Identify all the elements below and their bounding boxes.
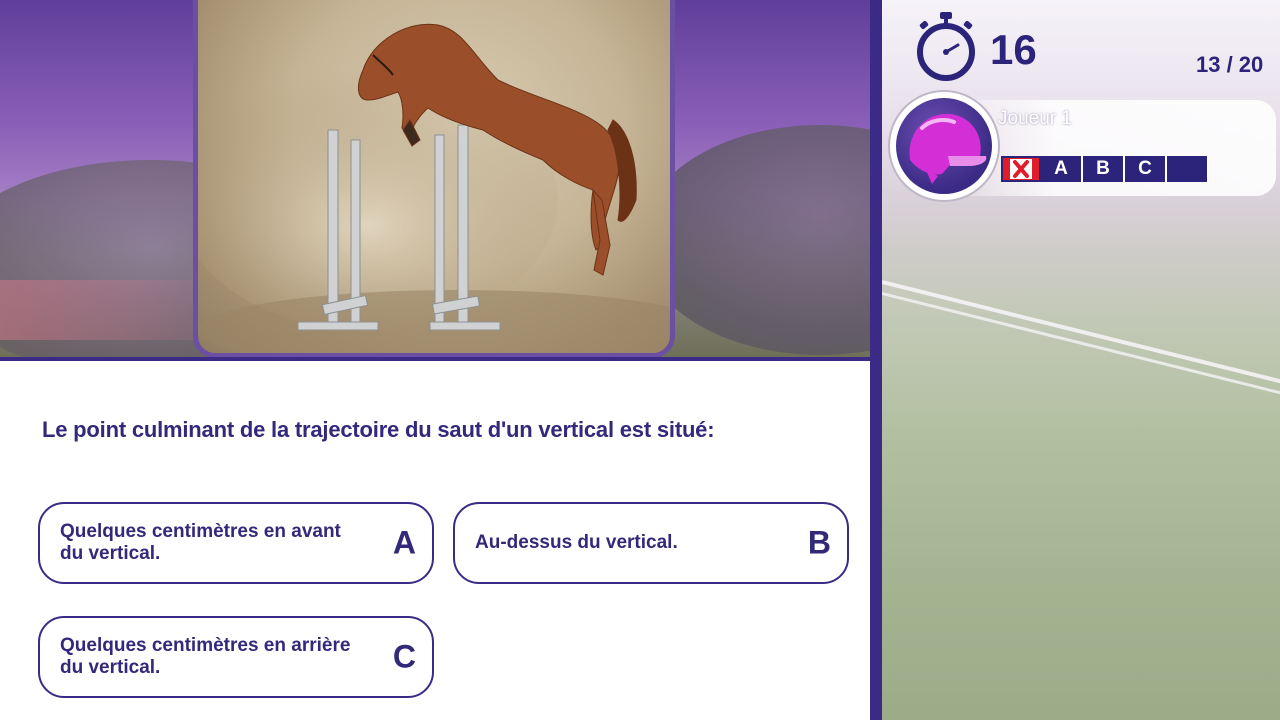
- answer-text: Quelques centimètres en arrière du verti…: [60, 635, 351, 678]
- answer-slot-b: B: [1083, 156, 1125, 182]
- horse-jumping-illustration: [198, 23, 670, 353]
- answer-slot-empty: [1167, 156, 1209, 182]
- avatar-background: [896, 98, 992, 194]
- wrong-x-icon: [1010, 159, 1032, 179]
- answer-text: Au-dessus du vertical.: [475, 532, 678, 553]
- question-text: Le point culminant de la trajectoire du …: [42, 417, 715, 442]
- question-panel: Le point culminant de la trajectoire du …: [0, 357, 870, 720]
- answer-letter: C: [392, 638, 416, 675]
- player-name: Joueur 1: [998, 108, 1072, 129]
- player-answer-track: A B C: [1001, 156, 1209, 182]
- wrong-answer-slot: [1001, 156, 1041, 182]
- stopwatch-icon: [917, 12, 975, 81]
- answer-text: Quelques centimètres en avant du vertica…: [60, 521, 341, 564]
- answer-slot-c: C: [1125, 156, 1167, 182]
- answer-slot-a: A: [1041, 156, 1083, 182]
- panel-divider: [870, 0, 882, 720]
- riding-helmet-icon: [909, 113, 987, 184]
- answer-option-b[interactable]: Au-dessus du vertical. B: [453, 502, 849, 584]
- answer-option-a[interactable]: Quelques centimètres en avant du vertica…: [38, 502, 434, 584]
- answer-letter: A: [392, 524, 416, 561]
- answer-option-c[interactable]: Quelques centimètres en arrière du verti…: [38, 616, 434, 698]
- player-avatar: [890, 92, 998, 200]
- question-photo: [193, 0, 675, 358]
- answer-letter: B: [807, 524, 831, 561]
- question-progress: 13 / 20: [1196, 52, 1264, 77]
- timer-value: 16: [990, 26, 1037, 73]
